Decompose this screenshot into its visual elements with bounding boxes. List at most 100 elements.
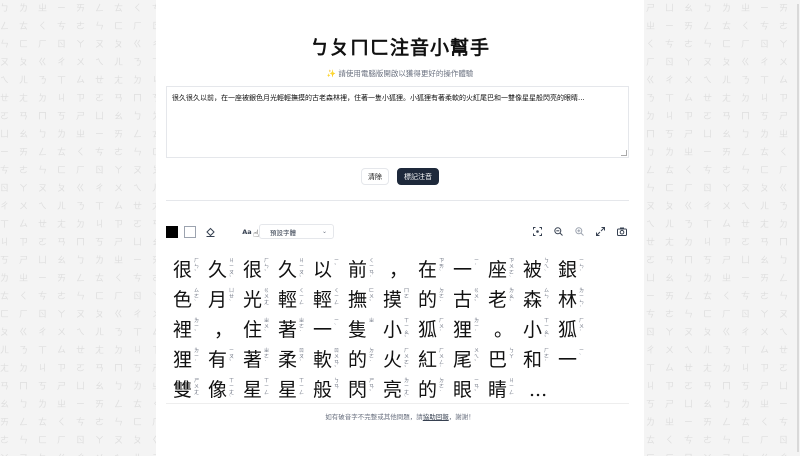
bopomofo-annotation: ㄅㄚ — [509, 348, 515, 360]
zhuyin-cell: 火ㄏㄨㄛˇ — [381, 345, 416, 375]
han-character: 般 — [313, 379, 333, 401]
bopomofo-annotation: ㄐㄧㄡˇ — [299, 258, 305, 282]
bopomofo-annotation: ㄓㄜ˙ — [264, 348, 270, 366]
zhuyin-cell: ... — [521, 375, 556, 405]
bopomofo-annotation: ㄉㄜ˙ — [439, 378, 445, 396]
zhuyin-cell: 住ㄓㄨˋ — [241, 315, 276, 345]
header: ㄅㄆㄇㄈ注音小幫手 ✨ 請使用電腦版開啟以獲得更好的操作體驗 — [156, 33, 644, 79]
bopomofo-annotation: ㄗㄞˋ — [439, 258, 445, 276]
fullscreen-icon[interactable] — [593, 224, 608, 239]
clear-button[interactable]: 清除 — [361, 168, 389, 185]
font-icon: Aa — [242, 228, 252, 236]
han-character: 雙 — [173, 379, 193, 401]
page-title: ㄅㄆㄇㄈ注音小幫手 — [309, 37, 490, 59]
bopomofo-annotation: ㄏㄨㄛˇ — [404, 348, 410, 372]
bopomofo-annotation: ㄒㄧㄠˇ — [544, 318, 550, 342]
zhuyin-cell: 以ㄧˇ — [311, 255, 346, 285]
han-character: 有 — [208, 349, 228, 371]
bopomofo-annotation: ㄑㄧㄥ — [299, 288, 305, 306]
bopomofo-annotation: ㄗㄨㄛˋ — [509, 258, 515, 282]
bopomofo-annotation: ㄨㄟˇ — [474, 348, 480, 366]
zhuyin-cell: 尾ㄨㄟˇ — [451, 345, 486, 375]
han-character: 銀 — [558, 259, 578, 281]
bopomofo-annotation: ㄌㄧˇ — [194, 318, 200, 336]
zhuyin-cell: 般ㄅㄢ — [311, 375, 346, 405]
zhuyin-cell: 閃ㄕㄢˇ — [346, 375, 381, 405]
zhuyin-cell: 被ㄅㄟˋ — [521, 255, 556, 285]
zhuyin-cell: 狐ㄏㄨˊ — [416, 315, 451, 345]
bopomofo-annotation: ㄒㄧㄥ — [264, 378, 270, 396]
zhuyin-cell: 的ㄉㄜ˙ — [416, 375, 451, 405]
han-character: 一 — [558, 349, 578, 371]
bopomofo-annotation: ㄏㄜˊ — [544, 348, 550, 366]
text-input[interactable]: 很久很久以前，在一座被銀色月光輕輕撫摸的古老森林裡，住著一隻小狐狸。小狐狸有著柔… — [167, 87, 628, 157]
zoom-out-icon[interactable] — [551, 224, 566, 239]
han-character: ， — [389, 259, 409, 281]
zoom-in-icon[interactable] — [572, 224, 587, 239]
paint-bucket-icon[interactable] — [203, 225, 217, 239]
report-link[interactable]: 協助回報 — [423, 413, 449, 421]
zhuyin-cell: 一ㄧˋ — [556, 345, 591, 375]
zhuyin-cell: 很ㄏㄣˇ — [171, 255, 206, 285]
bopomofo-annotation: ㄓㄨˋ — [264, 318, 270, 336]
toolbar: Aa 預設字體 ⌄ — [166, 224, 629, 240]
han-character: 火 — [383, 349, 403, 371]
zhuyin-cell: 前ㄑㄧㄢˊ — [346, 255, 381, 285]
han-character: 眼 — [453, 379, 473, 401]
han-character: 巴 — [488, 349, 508, 371]
zhuyin-cell: 裡ㄌㄧˇ — [171, 315, 206, 345]
bopomofo-annotation: ㄅㄟˋ — [544, 258, 550, 276]
camera-icon[interactable] — [614, 224, 629, 239]
bopomofo-annotation: ㄕㄢˇ — [369, 378, 375, 396]
bopomofo-annotation: ㄇㄛ — [404, 288, 410, 300]
zhuyin-cell: 柔ㄖㄡˊ — [276, 345, 311, 375]
han-character: 紅 — [418, 349, 438, 371]
han-character: 。 — [494, 319, 514, 341]
bopomofo-annotation: ㄧˊ — [474, 258, 480, 270]
zhuyin-cell: 睛ㄐㄧㄥ — [486, 375, 521, 405]
zhuyin-cell: 銀ㄧㄣˊ — [556, 255, 591, 285]
resize-handle-icon[interactable] — [621, 150, 627, 156]
zhuyin-cell: 很ㄏㄣˇ — [241, 255, 276, 285]
han-character: 狐 — [558, 319, 578, 341]
zhuyin-cell: 輕ㄑㄧㄥ — [311, 285, 346, 315]
output-row: 雙ㄕㄨㄤ像ㄒㄧㄤˋ 星ㄒㄧㄥ星ㄒㄧㄥ般ㄅㄢ閃ㄕㄢˇ 亮ㄌㄧㄤˋ 的ㄉㄜ˙ 眼ㄧㄢˇ 睛ㄐㄧ… — [171, 375, 631, 405]
han-character: 光 — [243, 289, 263, 311]
bopomofo-annotation: ㄐㄧㄡˇ — [229, 258, 235, 282]
han-character: 的 — [348, 349, 368, 371]
zhuyin-cell: 的ㄉㄜ˙ — [416, 285, 451, 315]
han-character: 柔 — [278, 349, 298, 371]
bopomofo-annotation: ㄌㄧㄤˋ — [404, 378, 410, 402]
han-character: 前 — [348, 259, 368, 281]
bopomofo-annotation: ㄧㄣˊ — [579, 258, 585, 276]
han-character: 著 — [278, 319, 298, 341]
han-character: ， — [214, 319, 234, 341]
color-white-swatch[interactable] — [184, 226, 196, 238]
han-character: 在 — [418, 259, 438, 281]
zhuyin-cell: 撫ㄈㄨˇ — [346, 285, 381, 315]
han-character: 被 — [523, 259, 543, 281]
bopomofo-annotation: ㄏㄣˇ — [264, 258, 270, 276]
han-character: 閃 — [348, 379, 368, 401]
zhuyin-cell: 久ㄐㄧㄡˇ — [276, 255, 311, 285]
han-character: 的 — [418, 289, 438, 311]
han-character: 久 — [278, 259, 298, 281]
scrollbar[interactable] — [797, 4, 799, 452]
footer-text: 如有破音字不完整或其他問題，請 — [325, 413, 423, 421]
han-character: 睛 — [488, 379, 508, 401]
han-character: 撫 — [348, 289, 368, 311]
color-black-swatch[interactable] — [166, 226, 178, 238]
zhuyin-cell: 。 — [486, 315, 521, 345]
mark-zhuyin-button[interactable]: 標記注音 — [397, 168, 439, 185]
bopomofo-annotation: ㄧˋ — [334, 318, 340, 330]
zhuyin-cell: 光ㄍㄨㄤ — [241, 285, 276, 315]
bopomofo-annotation: ㄌㄠˇ — [509, 288, 515, 306]
font-select[interactable]: 預設字體 ⌄ — [259, 224, 334, 239]
output-row: 很ㄏㄣˇ 久ㄐㄧㄡˇ 很ㄏㄣˇ 久ㄐㄧㄡˇ 以ㄧˇ 前ㄑㄧㄢˊ，在ㄗㄞˋ 一ㄧˊ 座ㄗㄨㄛˋ 被… — [171, 255, 631, 285]
zhuyin-cell: 亮ㄌㄧㄤˋ — [381, 375, 416, 405]
zhuyin-cell: 有ㄧㄡˇ — [206, 345, 241, 375]
han-character: 色 — [173, 289, 193, 311]
focus-icon[interactable] — [530, 224, 545, 239]
han-character: 星 — [243, 379, 263, 401]
bopomofo-annotation: ㄉㄜ˙ — [369, 348, 375, 366]
